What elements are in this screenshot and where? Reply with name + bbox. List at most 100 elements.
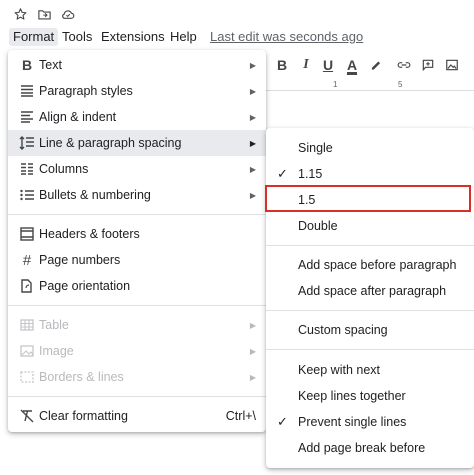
menu-help[interactable]: Help <box>170 28 197 46</box>
option-label: Keep lines together <box>298 389 406 403</box>
menu-divider <box>8 305 266 306</box>
move-to-folder-icon[interactable] <box>34 4 54 24</box>
menu-item-label: Paragraph styles <box>39 84 133 98</box>
submenu-arrow-icon: ▶ <box>249 138 256 148</box>
spacing-option-single[interactable]: Single <box>266 135 474 161</box>
menu-item-label: Columns <box>39 162 89 176</box>
add-space-before-paragraph[interactable]: Add space before paragraph <box>266 252 474 278</box>
shortcut-label: Ctrl+\ <box>225 409 256 423</box>
option-label: 1.15 <box>298 167 323 181</box>
menu-item-align-indent[interactable]: Align & indent ▶ <box>8 104 266 130</box>
spacing-submenu: Single ✓ 1.15 1.5 Double Add space befor… <box>266 128 474 468</box>
menu-format[interactable]: Format <box>9 28 59 46</box>
menu-item-clear-formatting[interactable]: Clear formatting Ctrl+\ <box>8 403 266 429</box>
menu-item-label: Headers & footers <box>39 227 140 241</box>
submenu-arrow-icon: ▶ <box>249 60 256 70</box>
menu-item-page-orientation[interactable]: Page orientation <box>8 273 266 299</box>
menubar: Format Tools Extensions Help Last edit w… <box>0 28 474 46</box>
format-menu: B Text ▶ Paragraph styles ▶ Align & inde… <box>8 50 266 432</box>
menu-divider <box>8 214 266 215</box>
option-label: Custom spacing <box>298 323 388 337</box>
bullets-icon <box>18 186 36 204</box>
menu-item-label: Page numbers <box>39 253 121 267</box>
menu-item-label: Clear formatting <box>39 409 128 423</box>
option-label: Single <box>298 141 333 155</box>
star-icon[interactable] <box>10 4 30 24</box>
add-page-break-before[interactable]: Add page break before <box>266 435 474 461</box>
option-label: Keep with next <box>298 363 380 377</box>
highlight-color-icon[interactable] <box>366 55 386 75</box>
highlight-box <box>265 185 471 212</box>
table-icon <box>18 316 36 334</box>
menu-extensions[interactable]: Extensions <box>101 28 165 46</box>
italic-button[interactable]: I <box>296 55 316 75</box>
submenu-arrow-icon: ▶ <box>249 112 256 122</box>
option-label: Add page break before <box>298 441 426 455</box>
insert-link-icon[interactable] <box>394 55 414 75</box>
image-icon <box>18 342 36 360</box>
paragraph-styles-icon <box>18 82 36 100</box>
bold-button[interactable]: B <box>272 55 292 75</box>
menu-item-label: Image <box>39 344 74 358</box>
checkmark-icon: ✓ <box>277 166 288 181</box>
menu-item-label: Borders & lines <box>39 370 124 384</box>
insert-comment-icon[interactable] <box>418 55 438 75</box>
submenu-divider <box>266 310 474 311</box>
submenu-divider <box>266 245 474 246</box>
cloud-status-icon[interactable] <box>58 4 78 24</box>
menu-item-line-paragraph-spacing[interactable]: Line & paragraph spacing ▶ <box>8 130 266 156</box>
menu-item-label: Bullets & numbering <box>39 188 151 202</box>
menu-item-page-numbers[interactable]: # Page numbers <box>8 247 266 273</box>
last-edit-link[interactable]: Last edit was seconds ago <box>210 28 363 46</box>
align-indent-icon <box>18 108 36 126</box>
borders-lines-icon <box>18 368 36 386</box>
menu-item-label: Table <box>39 318 69 332</box>
menu-item-table: Table ▶ <box>8 312 266 338</box>
menu-item-borders-lines: Borders & lines ▶ <box>8 364 266 390</box>
underline-button[interactable]: U <box>318 55 338 75</box>
menu-tools[interactable]: Tools <box>62 28 92 46</box>
menu-item-paragraph-styles[interactable]: Paragraph styles ▶ <box>8 78 266 104</box>
submenu-arrow-icon: ▶ <box>249 164 256 174</box>
menu-item-text[interactable]: B Text ▶ <box>8 52 266 78</box>
spacing-option-1-15[interactable]: ✓ 1.15 <box>266 161 474 187</box>
prevent-single-lines[interactable]: ✓ Prevent single lines <box>266 409 474 435</box>
submenu-arrow-icon: ▶ <box>249 190 256 200</box>
keep-with-next[interactable]: Keep with next <box>266 357 474 383</box>
spacing-option-double[interactable]: Double <box>266 213 474 239</box>
page-orientation-icon <box>18 277 36 295</box>
option-label: Prevent single lines <box>298 415 407 429</box>
custom-spacing[interactable]: Custom spacing <box>266 317 474 343</box>
option-label: Add space before paragraph <box>298 258 457 272</box>
page-numbers-icon: # <box>22 251 32 269</box>
checkmark-icon: ✓ <box>277 414 288 429</box>
menu-item-headers-footers[interactable]: Headers & footers <box>8 221 266 247</box>
menu-item-columns[interactable]: Columns ▶ <box>8 156 266 182</box>
keep-lines-together[interactable]: Keep lines together <box>266 383 474 409</box>
headers-footers-icon <box>18 225 36 243</box>
add-space-after-paragraph[interactable]: Add space after paragraph <box>266 278 474 304</box>
bold-icon: B <box>21 57 33 73</box>
submenu-arrow-icon: ▶ <box>249 346 256 356</box>
submenu-arrow-icon: ▶ <box>249 320 256 330</box>
text-color-button[interactable]: A <box>342 55 362 75</box>
ruler-tick-1: 1 <box>333 80 338 89</box>
top-icon-bar <box>0 0 474 28</box>
columns-icon <box>18 160 36 178</box>
submenu-arrow-icon: ▶ <box>249 372 256 382</box>
menu-item-label: Text <box>39 58 62 72</box>
menu-item-label: Page orientation <box>39 279 131 293</box>
menu-divider <box>8 396 266 397</box>
menubar-fragment <box>0 28 6 46</box>
ruler-tick-5: 5 <box>398 80 403 89</box>
submenu-divider <box>266 349 474 350</box>
menu-item-bullets-numbering[interactable]: Bullets & numbering ▶ <box>8 182 266 208</box>
submenu-arrow-icon: ▶ <box>249 86 256 96</box>
clear-formatting-icon <box>18 407 36 425</box>
menu-item-image: Image ▶ <box>8 338 266 364</box>
ruler: 1 5 <box>266 80 474 91</box>
insert-image-icon[interactable] <box>442 55 462 75</box>
option-label: Double <box>298 219 338 233</box>
option-label: Add space after paragraph <box>298 284 447 298</box>
menu-item-label: Line & paragraph spacing <box>39 136 182 150</box>
